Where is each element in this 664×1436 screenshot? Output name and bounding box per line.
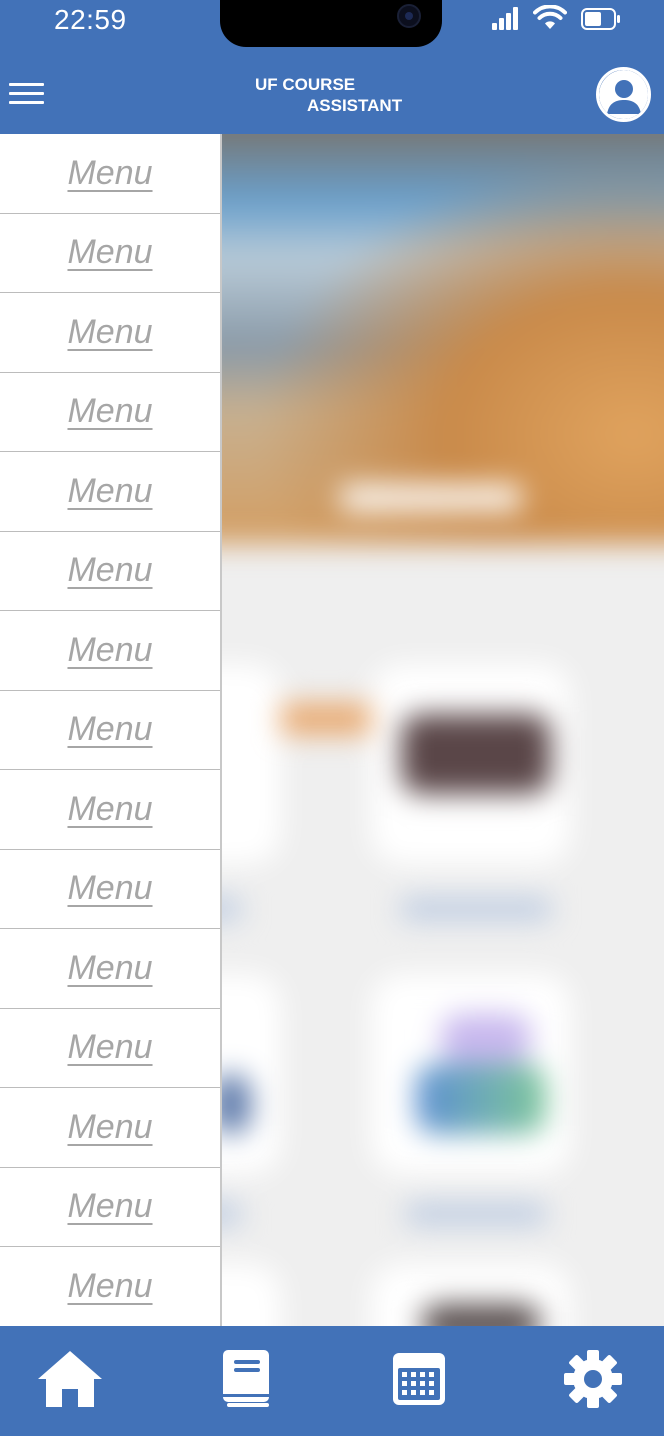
drawer-menu-item[interactable]: Menu — [0, 134, 220, 214]
drawer-menu-item[interactable]: Menu — [0, 691, 220, 770]
drawer-menu-item-label: Menu — [67, 1187, 153, 1226]
drawer-menu-item-label: Menu — [67, 392, 153, 431]
top-app-bar: 22:59 UF COURSE ASSISTANT — [0, 0, 664, 134]
drawer-menu-item[interactable]: Menu — [0, 293, 220, 373]
drawer-menu-item-label: Menu — [67, 710, 153, 749]
app-title-line1: UF COURSE — [255, 75, 356, 94]
nav-settings-button[interactable] — [558, 1344, 628, 1414]
drawer-menu-item-label: Menu — [67, 948, 153, 987]
drawer-menu-item[interactable]: Menu — [0, 1247, 220, 1326]
drawer-menu-item[interactable]: Menu — [0, 770, 220, 850]
drawer-menu-item-label: Menu — [67, 312, 153, 351]
calendar-icon — [393, 1353, 445, 1405]
nav-courses-button[interactable] — [211, 1344, 281, 1414]
wifi-icon — [533, 5, 567, 29]
drawer-menu-item[interactable]: Menu — [0, 929, 220, 1009]
drawer-menu-item[interactable]: Menu — [0, 532, 220, 611]
blurred-home-content — [221, 134, 664, 1326]
nav-home-button[interactable] — [35, 1344, 105, 1414]
drawer-menu-item[interactable]: Menu — [0, 452, 220, 532]
drawer-menu-item[interactable]: Menu — [0, 373, 220, 452]
drawer-menu-item-label: Menu — [67, 233, 153, 272]
user-avatar-icon[interactable] — [596, 67, 651, 122]
cellular-signal-icon — [492, 6, 520, 30]
book-icon — [223, 1350, 269, 1407]
drawer-menu-item[interactable]: Menu — [0, 1088, 220, 1168]
app-title: UF COURSE ASSISTANT — [255, 74, 402, 116]
hero-banner-image — [221, 134, 664, 544]
drawer-menu-item[interactable]: Menu — [0, 214, 220, 293]
home-icon — [38, 1351, 102, 1407]
drawer-menu-item-label: Menu — [67, 471, 153, 510]
drawer-menu-item-label: Menu — [67, 551, 153, 590]
bottom-navigation — [0, 1326, 664, 1436]
front-camera — [397, 4, 421, 28]
gear-icon — [564, 1350, 622, 1408]
drawer-menu-item[interactable]: Menu — [0, 1168, 220, 1247]
drawer-menu-item[interactable]: Menu — [0, 1009, 220, 1088]
drawer-menu-item-label: Menu — [67, 153, 153, 192]
side-drawer-menu: Menu Menu Menu Menu Menu Menu Menu Menu Menu Menu… — [0, 134, 222, 1326]
drawer-menu-item[interactable]: Menu — [0, 850, 220, 929]
hamburger-icon[interactable] — [9, 83, 44, 105]
nav-calendar-button[interactable] — [384, 1344, 454, 1414]
drawer-menu-item-label: Menu — [67, 630, 153, 669]
battery-icon — [581, 8, 620, 30]
app-title-line2: ASSISTANT — [307, 96, 403, 115]
status-time: 22:59 — [54, 4, 127, 35]
drawer-menu-item-label: Menu — [67, 1107, 153, 1146]
drawer-menu-item[interactable]: Menu — [0, 611, 220, 691]
drawer-menu-item-label: Menu — [67, 869, 153, 908]
drawer-menu-item-label: Menu — [67, 1028, 153, 1067]
drawer-menu-item-label: Menu — [67, 1266, 153, 1305]
drawer-menu-item-label: Menu — [67, 789, 153, 828]
